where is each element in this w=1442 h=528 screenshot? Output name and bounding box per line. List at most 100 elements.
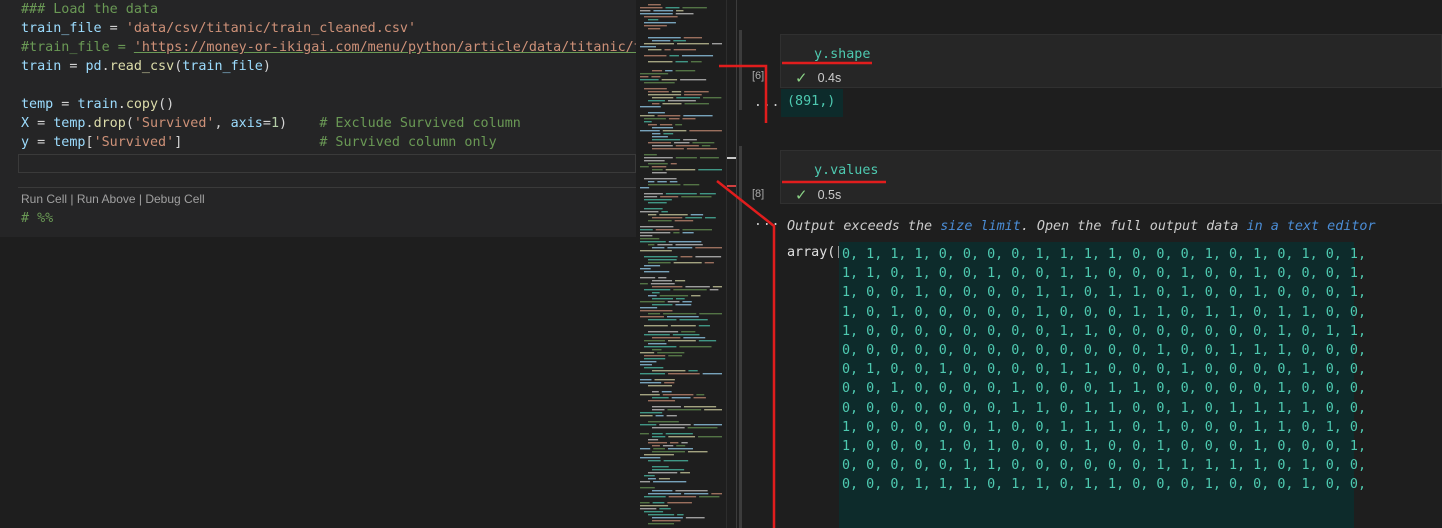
minimap-line xyxy=(652,397,669,399)
minimap[interactable] xyxy=(636,0,726,528)
code-line[interactable]: X = temp.drop('Survived', axis=1) # Excl… xyxy=(21,114,521,133)
minimap-line xyxy=(640,361,657,363)
run-cell-link[interactable]: Run Cell xyxy=(21,192,67,206)
minimap-line xyxy=(644,118,666,120)
run-above-link[interactable]: Run Above xyxy=(77,192,136,206)
minimap-line xyxy=(652,280,673,282)
minimap-line xyxy=(652,217,683,219)
minimap-line xyxy=(665,433,693,435)
code-token: #train_file = xyxy=(21,40,134,55)
minimap-line xyxy=(662,445,674,447)
minimap-line xyxy=(644,367,664,369)
minimap-line xyxy=(652,148,684,150)
minimap-line xyxy=(648,142,672,144)
minimap-line xyxy=(652,286,683,288)
minimap-line xyxy=(644,25,667,27)
minimap-line xyxy=(640,250,672,252)
python-cell[interactable]: ### Load the data train_file = 'data/csv/… xyxy=(0,0,666,237)
minimap-line xyxy=(689,130,722,132)
code-line[interactable]: temp = train.copy() xyxy=(21,95,174,114)
cell-input-y-values[interactable]: y.values xyxy=(780,150,1442,204)
minimap-line xyxy=(699,496,720,498)
minimap-line xyxy=(674,220,694,222)
minimap-line xyxy=(682,7,707,9)
cell-input-y-shape[interactable]: y.shape xyxy=(780,34,1442,88)
minimap-line xyxy=(664,382,675,384)
minimap-line xyxy=(704,409,722,411)
output-more-button[interactable]: ... xyxy=(754,95,780,110)
minimap-line xyxy=(709,289,719,291)
minimap-line xyxy=(644,199,672,201)
minimap-line xyxy=(644,154,657,156)
minimap-lines xyxy=(640,4,722,525)
minimap-line xyxy=(687,451,708,453)
minimap-line xyxy=(648,442,668,444)
minimap-line xyxy=(644,289,671,291)
minimap-line xyxy=(640,508,657,510)
cell-output: (891,) xyxy=(781,89,843,117)
minimap-line xyxy=(652,469,685,471)
minimap-line xyxy=(640,166,649,168)
code-editor[interactable]: ### Load the data train_file = 'data/csv/… xyxy=(0,0,666,528)
minimap-line xyxy=(670,325,696,327)
minimap-line xyxy=(652,292,660,294)
minimap-line xyxy=(640,229,653,231)
code-line[interactable]: train_file = 'data/csv/titanic/train_cle… xyxy=(21,19,416,38)
minimap-line xyxy=(640,115,655,117)
minimap-line xyxy=(682,301,692,303)
code-token: # Exclude Survived column xyxy=(319,116,521,131)
minimap-line xyxy=(657,181,667,183)
minimap-line xyxy=(659,124,673,126)
minimap-line xyxy=(644,358,666,360)
code-line[interactable]: ### Load the data xyxy=(21,0,158,19)
minimap-line xyxy=(676,10,684,12)
minimap-line xyxy=(693,424,722,426)
open-in-text-editor-link[interactable]: in a text editor xyxy=(1247,219,1376,234)
check-icon: ✓ xyxy=(795,187,808,204)
minimap-line xyxy=(652,145,673,147)
interactive-window[interactable]: y.shape [6] ✓ 0.4s ... (891,) y.values [… xyxy=(737,0,1442,528)
minimap-line xyxy=(682,118,696,120)
code-line[interactable]: train = pd.read_csv(train_file) xyxy=(21,57,271,76)
minimap-line xyxy=(705,217,716,219)
code-token: = xyxy=(262,116,271,131)
minimap-line xyxy=(675,124,683,126)
code-token: copy xyxy=(125,97,159,112)
minimap-line xyxy=(644,271,670,273)
code-line[interactable]: y = temp['Survived'] # Survived column o… xyxy=(21,133,497,152)
minimap-line xyxy=(648,124,657,126)
minimap-line xyxy=(654,379,675,381)
cell-separator xyxy=(18,187,636,188)
size-limit-link[interactable]: size limit xyxy=(940,219,1021,234)
minimap-line xyxy=(653,10,674,12)
minimap-line xyxy=(673,40,686,42)
minimap-line xyxy=(665,7,680,9)
minimap-line xyxy=(648,49,662,51)
minimap-line xyxy=(655,415,664,417)
minimap-line xyxy=(652,97,674,99)
minimap-line xyxy=(683,139,697,141)
debug-cell-link[interactable]: Debug Cell xyxy=(145,192,204,206)
minimap-line xyxy=(648,184,681,186)
code-token: = xyxy=(101,21,126,36)
minimap-line xyxy=(640,310,673,312)
minimap-line xyxy=(640,487,655,489)
minimap-line xyxy=(670,442,679,444)
minimap-line xyxy=(661,79,678,81)
minimap-line xyxy=(658,478,670,480)
minimap-line xyxy=(648,100,665,102)
minimap-line xyxy=(676,445,686,447)
minimap-line xyxy=(640,301,665,303)
minimap-line xyxy=(681,331,696,333)
minimap-line xyxy=(676,97,701,99)
minimap-line xyxy=(652,520,681,522)
minimap-line xyxy=(652,451,685,453)
code-line[interactable]: #train_file = 'https://money-or-ikigai.c… xyxy=(21,38,666,57)
array-row: 0, 0, 0, 0, 0, 1, 1, 0, 0, 0, 0, 0, 0, 1… xyxy=(842,458,1367,474)
minimap-line xyxy=(659,295,689,297)
minimap-line xyxy=(668,436,696,438)
minimap-line xyxy=(648,439,659,441)
minimap-line xyxy=(648,94,682,96)
minimap-line xyxy=(668,496,697,498)
output-more-button[interactable]: ... xyxy=(754,214,780,229)
